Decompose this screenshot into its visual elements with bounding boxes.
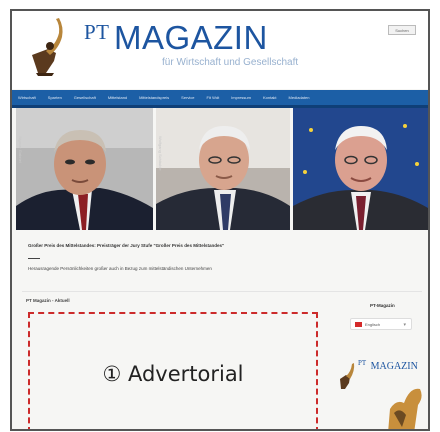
language-select[interactable]: Englisch ▾ [350,318,412,330]
nav-item[interactable]: Mittelstand [108,95,127,100]
article-divider [28,258,40,259]
search-button[interactable]: Suchen [388,25,416,35]
language-value: Englisch [365,321,381,327]
hero-photo[interactable]: Wolfgang Schäuble [156,108,290,230]
nav-item[interactable]: Gesellschaft [74,95,96,100]
article-subtitle: Herausragende Persönlichkeiten großer au… [28,266,212,271]
nav-item[interactable]: Mittelstandspreis [139,95,169,100]
nav-item[interactable]: Fit Wdt [207,95,220,100]
advertorial-box[interactable]: ① Advertorial [28,312,318,429]
sidebar-magazine-cover[interactable]: PT MAGAZIN [338,347,428,429]
hero-photo[interactable]: Sigmar Gabriel [16,108,153,230]
chevron-down-icon: ▾ [403,322,406,328]
logo-main-text: MAGAZIN [113,19,268,56]
main-navigation: Wirtschaft Sparten Gesellschaft Mittelst… [12,90,428,105]
sidebar-logo-main: MAGAZIN [370,361,418,372]
nav-item[interactable]: Wirtschaft [18,95,36,100]
photo-caption: Sigmar Gabriel [18,136,23,163]
nav-item[interactable]: Kontakt [263,95,277,100]
advertorial-label: ① Advertorial [102,361,244,386]
site-logo[interactable]: PT MAGAZIN [84,19,268,57]
logo-pt-text: PT [84,20,110,44]
logo-subtitle: für Wirtschaft und Gesellschaft [162,57,299,68]
nav-item[interactable]: Mediadaten [289,95,310,100]
nav-item[interactable]: Service [181,95,194,100]
sidebar-heading: PT-Magazin [370,303,395,308]
nav-item[interactable]: Sparten [48,95,62,100]
flag-icon [355,321,362,327]
website-screenshot: PT MAGAZIN für Wirtschaft und Gesellscha… [10,9,430,431]
section-divider [22,291,422,292]
sidebar-logo: PT MAGAZIN [358,356,418,374]
hero-slider[interactable]: Sigmar Gabriel Wolfgang Schäuble [16,108,428,230]
sidebar-logo-pt: PT [358,359,367,367]
site-header: PT MAGAZIN für Wirtschaft und Gesellscha… [12,11,428,89]
photo-caption: Wolfgang Schäuble [158,136,163,171]
nav-item[interactable]: Impressum [231,95,251,100]
article-title[interactable]: Großer Preis des Mittelstandes: Preisträ… [28,243,224,248]
hero-photo[interactable] [293,108,428,230]
section-heading: PT Magazin - Aktuell [26,298,70,303]
logo-statue-icon [26,15,76,77]
